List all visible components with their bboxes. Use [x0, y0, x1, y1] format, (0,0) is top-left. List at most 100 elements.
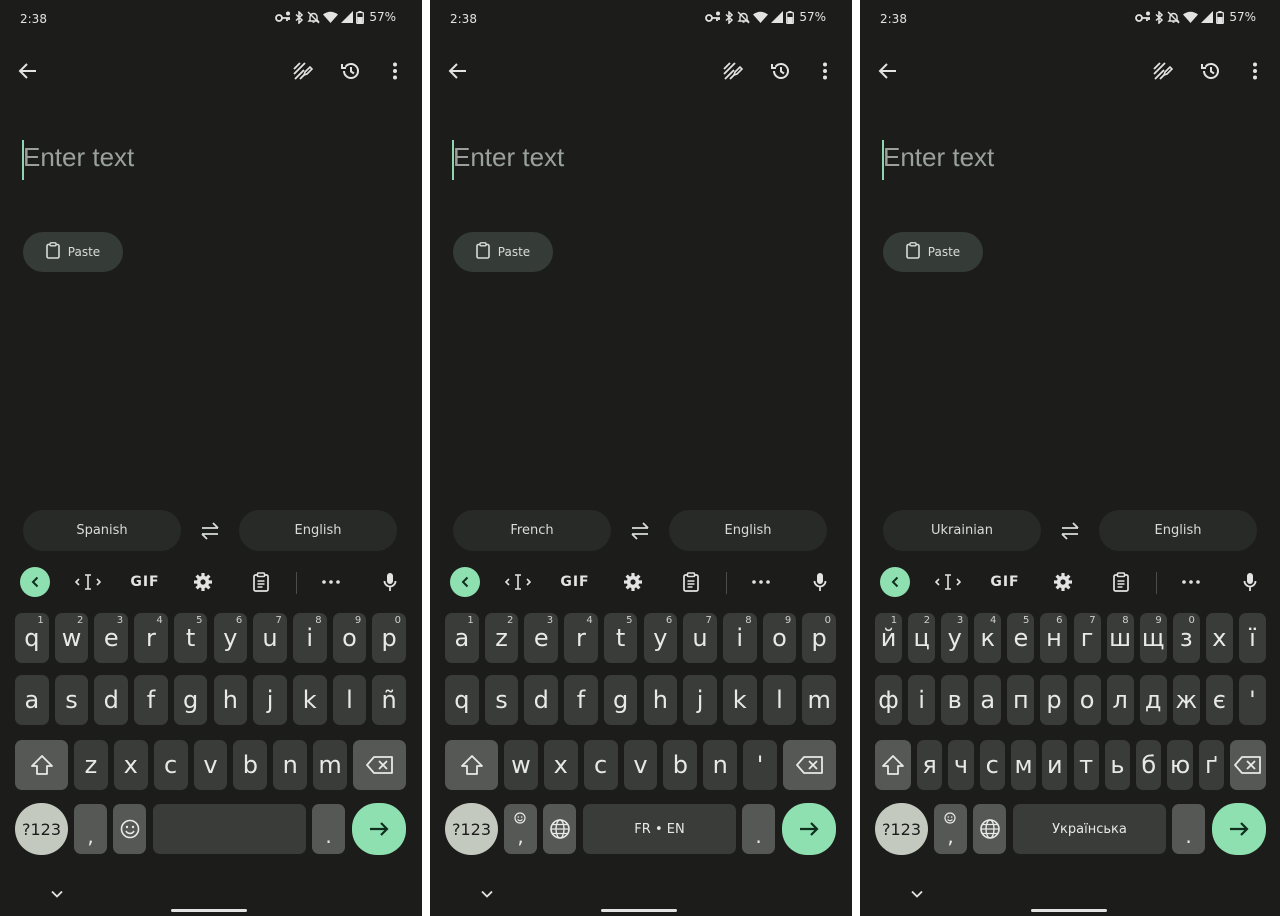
period-key[interactable]: .: [312, 804, 345, 854]
key[interactable]: є: [1205, 675, 1233, 725]
gif-button[interactable]: GIF: [130, 569, 160, 595]
key[interactable]: т: [1073, 740, 1099, 790]
handwriting-icon[interactable]: [1149, 58, 1175, 84]
clipboard-icon[interactable]: [676, 569, 706, 595]
history-icon[interactable]: [1198, 58, 1224, 84]
source-language-button[interactable]: Spanish: [23, 510, 181, 551]
key[interactable]: l: [332, 675, 367, 725]
key[interactable]: x: [543, 740, 578, 790]
more-horiz-icon[interactable]: [316, 569, 346, 595]
space-key[interactable]: FR • EN: [583, 804, 736, 854]
key[interactable]: п: [1007, 675, 1035, 725]
key[interactable]: a1: [445, 613, 479, 663]
history-icon[interactable]: [338, 58, 364, 84]
key[interactable]: f: [564, 675, 598, 725]
paste-button[interactable]: Paste: [453, 232, 553, 272]
key[interactable]: е5: [1007, 613, 1035, 663]
gif-button[interactable]: GIF: [560, 569, 590, 595]
key[interactable]: j: [253, 675, 287, 725]
key[interactable]: ю: [1167, 740, 1193, 790]
key[interactable]: p0: [372, 613, 406, 663]
source-language-button[interactable]: Ukrainian: [883, 510, 1041, 551]
key[interactable]: g: [173, 675, 208, 725]
key[interactable]: в: [941, 675, 969, 725]
text-input[interactable]: Enter text: [453, 142, 564, 173]
paste-button[interactable]: Paste: [23, 232, 123, 272]
back-arrow-icon[interactable]: [14, 58, 40, 84]
key[interactable]: л: [1106, 675, 1134, 725]
more-vert-icon[interactable]: [1242, 58, 1268, 84]
symbols-key[interactable]: ?123: [445, 803, 498, 855]
key[interactable]: h: [213, 675, 248, 725]
key[interactable]: v: [623, 740, 658, 790]
shift-key[interactable]: [15, 740, 68, 790]
clipboard-icon[interactable]: [246, 569, 276, 595]
key[interactable]: б: [1136, 740, 1162, 790]
key[interactable]: ф: [875, 675, 903, 725]
text-input[interactable]: Enter text: [23, 142, 134, 173]
key[interactable]: g: [603, 675, 638, 725]
key[interactable]: ш8: [1106, 613, 1134, 663]
mic-icon[interactable]: [1235, 569, 1265, 595]
mic-icon[interactable]: [375, 569, 405, 595]
key[interactable]: m: [802, 675, 836, 725]
chevron-down-icon[interactable]: [910, 884, 924, 903]
key[interactable]: н6: [1040, 613, 1068, 663]
gesture-nav-bar[interactable]: [171, 909, 247, 912]
key[interactable]: f: [134, 675, 168, 725]
key[interactable]: u7: [683, 613, 717, 663]
emoji-key[interactable]: [113, 804, 146, 854]
swap-languages-icon[interactable]: [196, 518, 224, 544]
backspace-key[interactable]: [353, 740, 406, 790]
key[interactable]: й1: [875, 613, 903, 663]
language-switch-key[interactable]: [973, 804, 1006, 854]
key[interactable]: х: [1205, 613, 1233, 663]
key[interactable]: p0: [802, 613, 836, 663]
key[interactable]: c: [583, 740, 618, 790]
key[interactable]: ь: [1104, 740, 1131, 790]
key[interactable]: ц2: [908, 613, 936, 663]
key[interactable]: s: [484, 675, 519, 725]
key[interactable]: z2: [484, 613, 519, 663]
key[interactable]: b: [233, 740, 268, 790]
key[interactable]: n: [273, 740, 308, 790]
key[interactable]: v: [193, 740, 228, 790]
key[interactable]: ñ: [372, 675, 406, 725]
key[interactable]: а: [974, 675, 1002, 725]
comma-key[interactable]: ,: [504, 804, 537, 854]
key[interactable]: ґ: [1198, 740, 1224, 790]
handwriting-icon[interactable]: [289, 58, 315, 84]
key[interactable]: q1: [15, 613, 49, 663]
enter-key[interactable]: [352, 803, 406, 855]
key[interactable]: j: [683, 675, 717, 725]
text-cursor-control-icon[interactable]: [503, 569, 533, 595]
key[interactable]: r4: [564, 613, 598, 663]
key[interactable]: r4: [134, 613, 168, 663]
key[interactable]: y6: [643, 613, 678, 663]
target-language-button[interactable]: English: [239, 510, 397, 551]
key[interactable]: ж: [1172, 675, 1200, 725]
enter-key[interactable]: [1212, 803, 1266, 855]
period-key[interactable]: .: [742, 804, 775, 854]
key[interactable]: ': [743, 740, 777, 790]
text-cursor-control-icon[interactable]: [73, 569, 103, 595]
key[interactable]: о: [1073, 675, 1101, 725]
gear-icon[interactable]: [1048, 569, 1078, 595]
symbols-key[interactable]: ?123: [15, 803, 68, 855]
key[interactable]: u7: [253, 613, 287, 663]
key[interactable]: o9: [762, 613, 797, 663]
more-horiz-icon[interactable]: [1176, 569, 1206, 595]
key[interactable]: t5: [603, 613, 638, 663]
source-language-button[interactable]: French: [453, 510, 611, 551]
key[interactable]: k: [292, 675, 327, 725]
key[interactable]: i8: [722, 613, 757, 663]
key[interactable]: m: [313, 740, 347, 790]
key[interactable]: a: [15, 675, 49, 725]
mic-icon[interactable]: [805, 569, 835, 595]
comma-key[interactable]: ,: [74, 804, 107, 854]
key[interactable]: o9: [332, 613, 367, 663]
key[interactable]: z: [74, 740, 108, 790]
key[interactable]: к4: [974, 613, 1002, 663]
key[interactable]: ч: [948, 740, 974, 790]
paste-button[interactable]: Paste: [883, 232, 983, 272]
